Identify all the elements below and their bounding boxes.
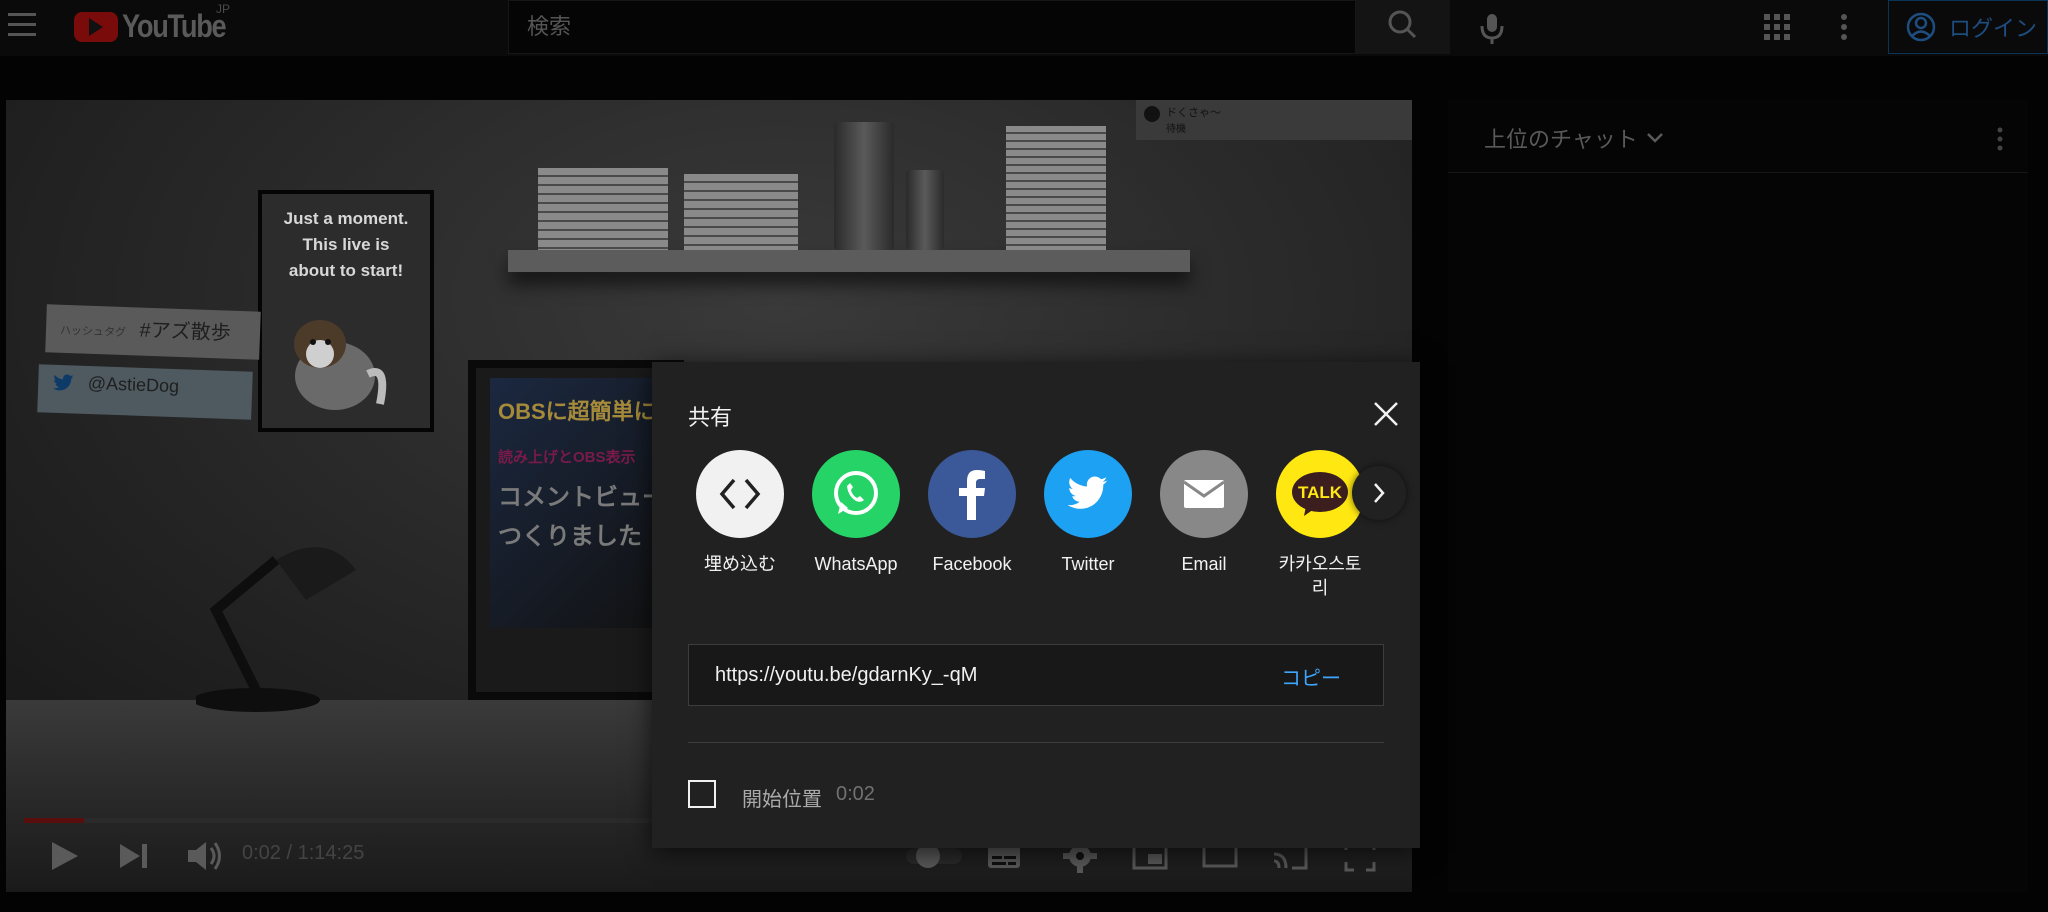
login-button[interactable]: ログイン	[1888, 0, 2048, 54]
play-icon[interactable]	[44, 836, 84, 876]
share-label: Email	[1181, 554, 1227, 574]
chat-header: 上位のチャット	[1448, 100, 2028, 173]
monitor-screen: OBSに超簡単に 読み上げとOBS表示 コメントビュー つくりました	[490, 378, 670, 628]
share-label: 카카오스토 리	[1278, 554, 1362, 598]
monitor-line-2: 読み上げとOBS表示	[498, 449, 636, 466]
share-email-button[interactable]: Email	[1156, 450, 1252, 576]
shelf	[508, 250, 1190, 272]
twitter-note: @AstieDog	[37, 364, 253, 420]
canister	[834, 122, 894, 250]
login-label: ログイン	[1949, 16, 2038, 41]
chat-title: 上位のチャット	[1484, 127, 1638, 152]
microphone-icon	[1480, 14, 1504, 44]
email-icon	[1160, 450, 1248, 538]
desk-lamp-icon	[196, 547, 356, 712]
apps-button[interactable]	[1760, 10, 1794, 44]
share-label: Facebook	[932, 554, 1012, 574]
whatsapp-icon	[812, 450, 900, 538]
account-circle-icon	[1906, 12, 1936, 42]
book-stack	[538, 168, 668, 250]
next-video-icon[interactable]	[114, 836, 154, 876]
share-url-box[interactable]: https://youtu.be/gdarnKy_-qM コピー	[688, 644, 1384, 706]
voice-search-button[interactable]	[1472, 8, 1512, 48]
share-url[interactable]: https://youtu.be/gdarnKy_-qM	[715, 664, 977, 687]
divider	[688, 742, 1384, 743]
book-stack	[1006, 126, 1106, 250]
twitter-icon	[1044, 450, 1132, 538]
live-chat-panel: 上位のチャット	[1448, 100, 2028, 892]
search-button[interactable]	[1356, 0, 1450, 54]
share-next-button[interactable]	[1352, 466, 1406, 520]
youtube-play-logo-icon	[74, 11, 118, 42]
search-icon	[1388, 10, 1417, 39]
progress-bar-fill	[24, 818, 84, 823]
search-input[interactable]	[509, 1, 1329, 53]
share-label: WhatsApp	[814, 554, 898, 574]
share-twitter-button[interactable]: Twitter	[1040, 450, 1136, 576]
volume-icon[interactable]	[184, 836, 224, 876]
chat-mode-dropdown[interactable]: 上位のチャット	[1484, 122, 1666, 154]
hashtag-note: ハッシュタグ #アズ散歩	[45, 304, 261, 360]
dog-illustration-icon	[294, 320, 387, 410]
share-whatsapp-button[interactable]: WhatsApp	[808, 450, 904, 576]
book-stack	[684, 174, 798, 250]
close-icon[interactable]	[1370, 398, 1402, 430]
embed-icon	[696, 450, 784, 538]
share-title: 共有	[688, 405, 733, 430]
note-twitter-handle: @AstieDog	[87, 373, 180, 397]
more-vertical-icon[interactable]	[1988, 124, 2012, 154]
twitter-bird-icon	[53, 374, 74, 391]
note-hashtag-small: ハッシュタグ	[59, 324, 127, 340]
menu-icon[interactable]	[8, 6, 36, 43]
search-box	[508, 0, 1356, 54]
chat-overlay-badge: ドくさゃ〜 待機	[1136, 100, 1412, 140]
settings-menu-button[interactable]	[1832, 10, 1856, 44]
share-embed-button[interactable]: 埋め込む	[692, 450, 788, 576]
chat-badge-avatar	[1144, 106, 1160, 122]
monitor-line-1: OBSに超簡単に	[498, 399, 656, 424]
canister	[906, 170, 944, 250]
region-tag: JP	[216, 2, 231, 16]
share-label: Twitter	[1061, 554, 1115, 574]
share-label: 埋め込む	[704, 554, 776, 574]
kakao-icon-text: TALK	[1297, 483, 1343, 502]
apps-grid-icon	[1764, 14, 1790, 40]
masthead: YouTube JP 検索 ログイン	[0, 0, 2048, 56]
chevron-right-icon	[1374, 483, 1385, 503]
start-at-time[interactable]: 0:02	[836, 783, 875, 806]
share-facebook-button[interactable]: Facebook	[924, 450, 1020, 576]
chat-badge-name: ドくさゃ〜	[1166, 107, 1221, 119]
waiting-poster: Just a moment. This live is about to sta…	[258, 190, 434, 432]
monitor-line-3: コメントビュー	[498, 484, 666, 511]
chevron-down-icon	[1646, 133, 1663, 143]
start-at-label: 開始位置	[742, 789, 822, 811]
start-at-checkbox[interactable]	[688, 780, 716, 808]
poster-text: Just a moment. This live is about to sta…	[283, 209, 409, 280]
kakaotalk-icon: TALK	[1276, 450, 1364, 538]
facebook-icon	[928, 450, 1016, 538]
copy-button[interactable]: コピー	[1281, 662, 1341, 691]
chat-badge-sub: 待機	[1166, 124, 1186, 135]
note-hashtag: #アズ散歩	[139, 319, 232, 345]
monitor-line-4: つくりました	[498, 523, 642, 550]
share-dialog: 共有 埋め込む WhatsApp Facebook Twitter Email …	[652, 362, 1420, 848]
time-display: 0:02 / 1:14:25	[242, 842, 365, 864]
logo-text: YouTube	[122, 8, 227, 44]
more-vertical-icon	[1841, 14, 1847, 40]
